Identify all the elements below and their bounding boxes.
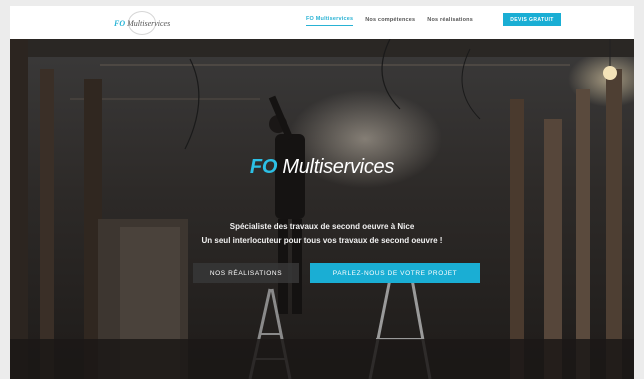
parlez-nous-projet-button[interactable]: PARLEZ-NOUS DE VOTRE PROJET: [310, 263, 480, 283]
hero-section: FO Multiservices Spécialiste des travaux…: [10, 39, 634, 379]
hero-brand-name: Multiservices: [282, 156, 395, 178]
nos-realisations-button[interactable]: NOS RÉALISATIONS: [193, 263, 299, 283]
logo-name-text: Multiservices: [127, 18, 171, 28]
hero-tagline-1: Spécialiste des travaux de second oeuvre…: [229, 222, 415, 231]
devis-gratuit-button[interactable]: DEVIS GRATUIT: [503, 13, 561, 26]
hero-brand-fo: FO: [249, 156, 278, 178]
nav-item-competences[interactable]: Nos compétences: [365, 17, 415, 26]
nav-item-realisations[interactable]: Nos réalisations: [427, 17, 473, 26]
main-nav: FO Multiservices Nos compétences Nos réa…: [306, 16, 485, 26]
hero-background-photo: [10, 39, 634, 379]
hero-tagline-2: Un seul interlocuteur pour tous vos trav…: [201, 236, 443, 245]
page-frame: FO Multiservices FO Multiservices Nos co…: [10, 6, 634, 379]
nav-item-fo-multiservices[interactable]: FO Multiservices: [306, 16, 354, 26]
hero-brand-title: FO Multiservices: [10, 156, 634, 179]
site-logo[interactable]: FO Multiservices: [114, 11, 170, 35]
site-header: FO Multiservices FO Multiservices Nos co…: [10, 6, 634, 39]
logo-fo-text: FO: [114, 18, 126, 28]
